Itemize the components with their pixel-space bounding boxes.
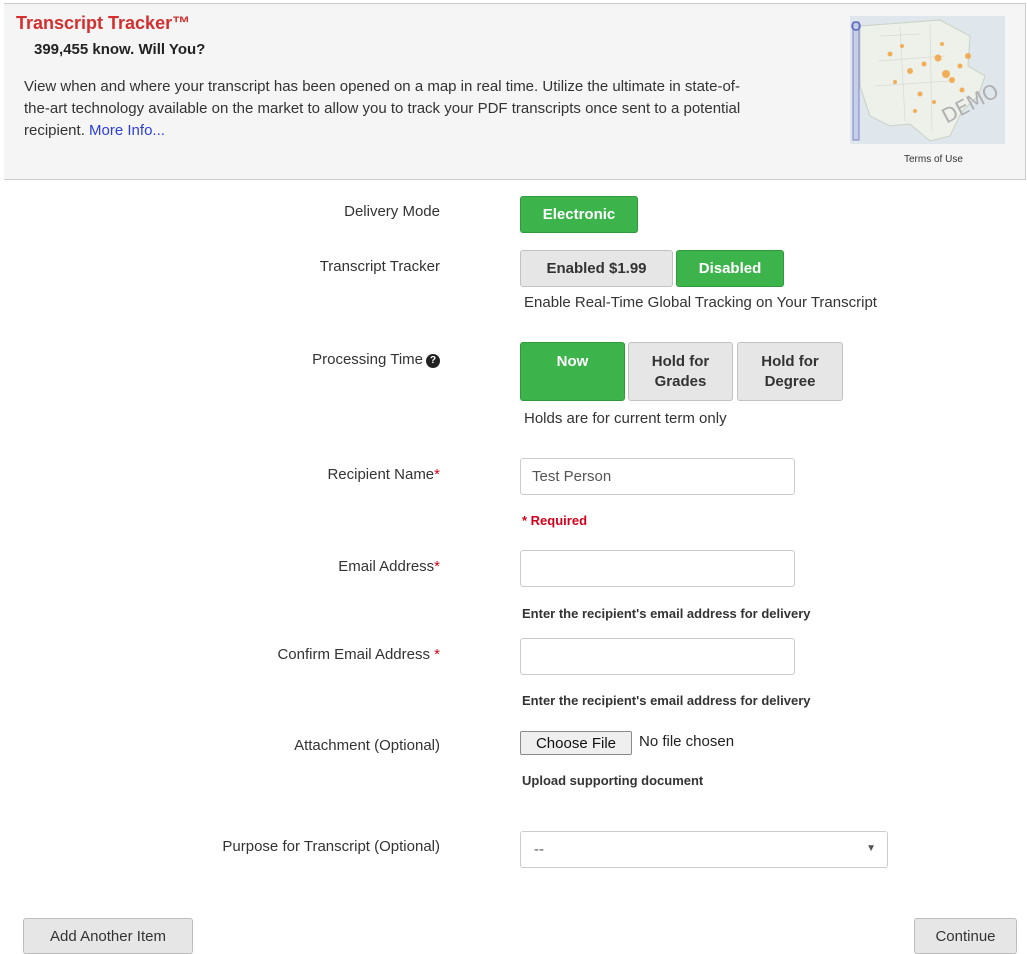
add-another-item-button[interactable]: Add Another Item (23, 918, 193, 954)
purpose-select[interactable]: -- ▼ (520, 831, 888, 868)
map-graphic: DEMO (850, 16, 1005, 144)
purpose-label: Purpose for Transcript (Optional) (222, 838, 440, 855)
processing-note: Holds are for current term only (524, 410, 727, 427)
hold-grades-line-2: Grades (654, 372, 707, 390)
processing-now-button[interactable]: Now (520, 342, 625, 401)
required-asterisk: * (434, 558, 440, 575)
recipient-required-message: * Required (522, 513, 588, 528)
banner-title: Transcript Tracker™ (16, 13, 191, 33)
processing-hold-degree-button[interactable]: Hold for Degree (737, 342, 843, 401)
transcript-tracker-banner: Transcript Tracker™ 399,455 know. Will Y… (4, 3, 1026, 180)
choose-file-button[interactable]: Choose File (520, 731, 632, 755)
more-info-link[interactable]: More Info... (89, 122, 165, 139)
banner-description: View when and where your transcript has … (24, 76, 744, 142)
tracker-note: Enable Real-Time Global Tracking on Your… (524, 294, 877, 311)
hold-grades-line-1: Hold for (651, 352, 710, 370)
recipient-name-label-text: Recipient Name (327, 466, 435, 483)
email-address-input[interactable] (520, 550, 795, 587)
processing-time-label-text: Processing Time (312, 351, 423, 368)
confirm-email-hint: Enter the recipient's email address for … (522, 693, 811, 708)
tracker-disabled-button[interactable]: Disabled (676, 250, 784, 287)
tracking-map-preview: DEMO (850, 16, 1005, 144)
delivery-mode-label: Delivery Mode (344, 203, 440, 220)
confirm-email-input[interactable] (520, 638, 795, 675)
attachment-hint: Upload supporting document (522, 773, 704, 788)
confirm-email-label: Confirm Email Address * (277, 646, 440, 663)
required-asterisk: * (434, 466, 440, 483)
question-circle-icon[interactable]: ? (426, 354, 440, 368)
required-asterisk: * (434, 646, 440, 663)
processing-time-label: Processing Time? (312, 351, 440, 368)
hold-degree-line-1: Hold for (761, 352, 819, 370)
caret-down-icon: ▼ (866, 843, 876, 854)
email-hint: Enter the recipient's email address for … (522, 606, 811, 621)
processing-hold-grades-button[interactable]: Hold for Grades (628, 342, 733, 401)
recipient-name-input[interactable] (520, 458, 795, 495)
zoom-slider (852, 21, 860, 141)
continue-button[interactable]: Continue (914, 918, 1017, 954)
attachment-label: Attachment (Optional) (294, 737, 440, 754)
transcript-tracker-label: Transcript Tracker (319, 258, 440, 275)
hold-degree-line-2: Degree (764, 372, 816, 390)
banner-subtitle: 399,455 know. Will You? (34, 41, 206, 58)
terms-of-use-link[interactable]: Terms of Use (904, 154, 963, 165)
recipient-name-label: Recipient Name* (327, 466, 440, 483)
email-address-label-text: Email Address (338, 558, 435, 575)
email-address-label: Email Address* (338, 558, 440, 575)
file-status-text: No file chosen (639, 733, 735, 750)
delivery-electronic-button[interactable]: Electronic (520, 196, 638, 233)
tracker-enabled-button[interactable]: Enabled $1.99 (520, 250, 673, 287)
purpose-selected-value: -- (534, 841, 544, 858)
confirm-email-label-text: Confirm Email Address (277, 646, 435, 663)
